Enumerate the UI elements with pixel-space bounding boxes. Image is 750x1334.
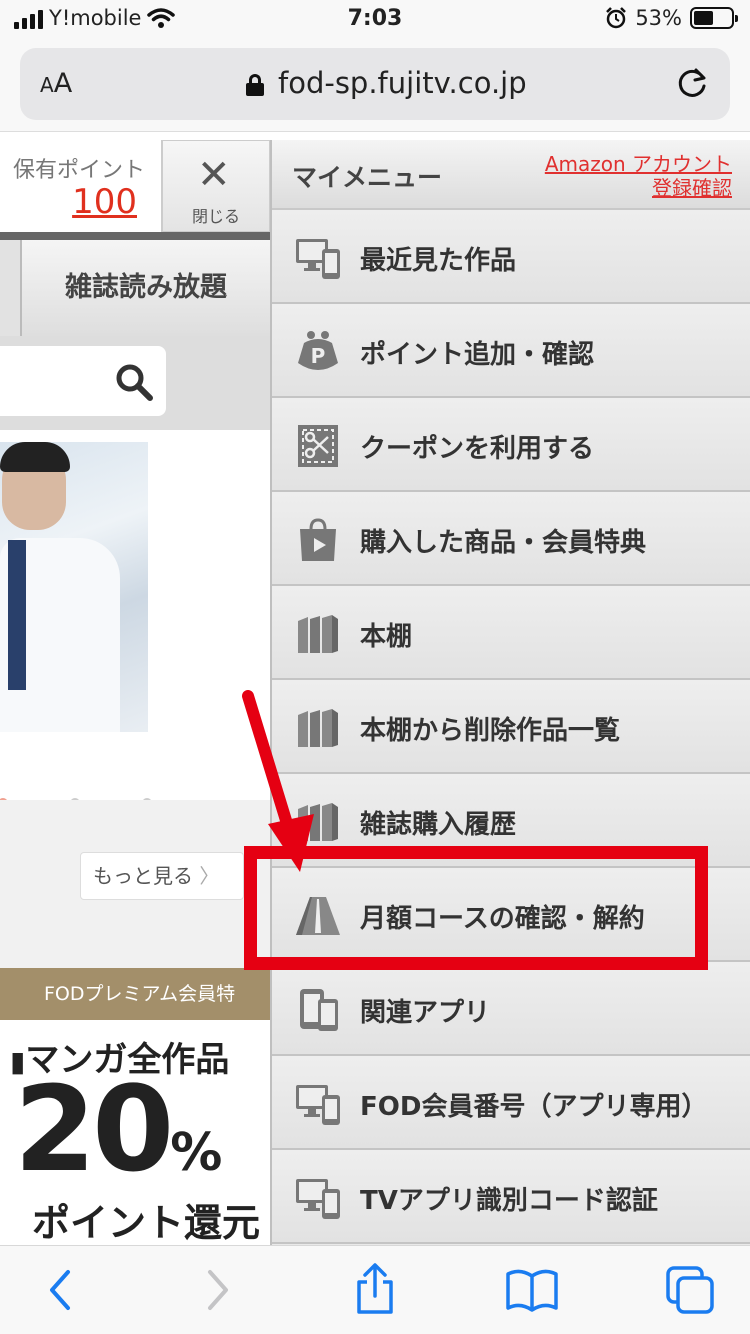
tab-magazine-unlimited[interactable]: 雑誌読み放題 (22, 240, 270, 336)
bookshelf-icon (298, 615, 338, 653)
menu-item-label: TVアプリ識別コード認証 (360, 1186, 658, 1216)
menu-item-label: クーポンを利用する (360, 434, 595, 464)
shopping-bag-icon (300, 518, 336, 561)
drawer-header: マイメニュー Amazon アカウント 登録確認 (272, 140, 750, 210)
menu-item-coupon[interactable]: クーポンを利用する (272, 398, 750, 492)
close-label: 閉じる (191, 207, 240, 226)
devices-icon (296, 239, 340, 279)
menu-item-tv-app-code[interactable]: TVアプリ識別コード認証 (272, 1150, 750, 1244)
premium-header: FODプレミアム会員特 (0, 968, 270, 1020)
category-tabs: 雑誌読み放題 (0, 232, 270, 336)
phones-icon (300, 989, 338, 1031)
reload-icon[interactable] (676, 66, 710, 100)
menu-item-label: FOD会員番号（アプリ専用） (360, 1092, 708, 1122)
points-box: 保有ポイント 100 (0, 140, 162, 232)
share-icon[interactable] (345, 1260, 405, 1320)
chevron-right-icon: 〉 (199, 864, 220, 888)
menu-item-fod-member-number[interactable]: FOD会員番号（アプリ専用） (272, 1056, 750, 1150)
back-icon[interactable] (32, 1260, 92, 1320)
menu-item-label: 本棚 (360, 622, 413, 652)
search-icon[interactable] (114, 362, 154, 402)
coupon-icon (298, 425, 338, 467)
menu-item-label: 雑誌購入履歴 (360, 810, 517, 840)
forward-icon[interactable] (186, 1260, 246, 1320)
menu-item-label: 購入した商品・会員特典 (360, 528, 647, 558)
menu-item-bookshelf[interactable]: 本棚 (272, 586, 750, 680)
menu-item-purchased[interactable]: 購入した商品・会員特典 (272, 492, 750, 586)
menu-item-label: ポイント追加・確認 (360, 340, 595, 370)
battery-percent: 53% (635, 6, 682, 30)
annotation-highlight-box (244, 846, 708, 970)
status-bar: Y!mobile 7:03 53% (0, 0, 750, 42)
menu-item-recently-viewed[interactable]: 最近見た作品 (272, 210, 750, 304)
points-label: 保有ポイント (12, 158, 145, 183)
menu-item-label: 本棚から削除作品一覧 (360, 716, 621, 746)
battery-icon (690, 7, 738, 29)
browser-toolbar (0, 1245, 750, 1334)
bookmarks-icon[interactable] (502, 1260, 562, 1320)
promo-banner[interactable]: ▮マンガ全作品 20% ポイント還元 (0, 1020, 270, 1245)
address-bar[interactable]: AA fod-sp.fujitv.co.jp (20, 48, 730, 120)
devices-icon (296, 1179, 340, 1219)
alarm-icon (606, 7, 627, 29)
reader-text-size-button[interactable]: AA (40, 68, 72, 99)
menu-item-label: 関連アプリ (360, 998, 491, 1028)
devices-icon (296, 1085, 340, 1125)
banner-image (0, 442, 148, 732)
menu-item-points[interactable]: P ポイント追加・確認 (272, 304, 750, 398)
menu-item-related-apps[interactable]: 関連アプリ (272, 962, 750, 1056)
svg-text:P: P (311, 344, 326, 368)
coin-purse-icon: P (298, 331, 338, 370)
lock-icon (246, 74, 264, 96)
promo-line3: ポイント還元 (32, 1201, 261, 1245)
my-menu-drawer: マイメニュー Amazon アカウント 登録確認 最近見た作品 P ポイント追加… (270, 140, 750, 1245)
browser-address-area: AA fod-sp.fujitv.co.jp (0, 42, 750, 132)
tabs-icon[interactable] (660, 1260, 720, 1320)
search-row (0, 336, 270, 430)
promo-percentage: 20% (14, 1060, 223, 1198)
close-icon: ✕ (197, 152, 231, 198)
amazon-account-link[interactable]: Amazon アカウント 登録確認 (545, 152, 732, 200)
menu-item-label: 最近見た作品 (360, 246, 517, 276)
menu-item-bookshelf-deleted[interactable]: 本棚から削除作品一覧 (272, 680, 750, 774)
search-input[interactable] (0, 346, 166, 416)
drawer-title: マイメニュー (292, 163, 443, 192)
more-button[interactable]: もっと見る 〉 (80, 852, 244, 900)
status-right: 53% (605, 6, 738, 30)
url-text[interactable]: fod-sp.fujitv.co.jp (278, 66, 527, 100)
close-menu-button[interactable]: ✕ 閉じる (162, 140, 270, 232)
points-value[interactable]: 100 (72, 182, 137, 222)
